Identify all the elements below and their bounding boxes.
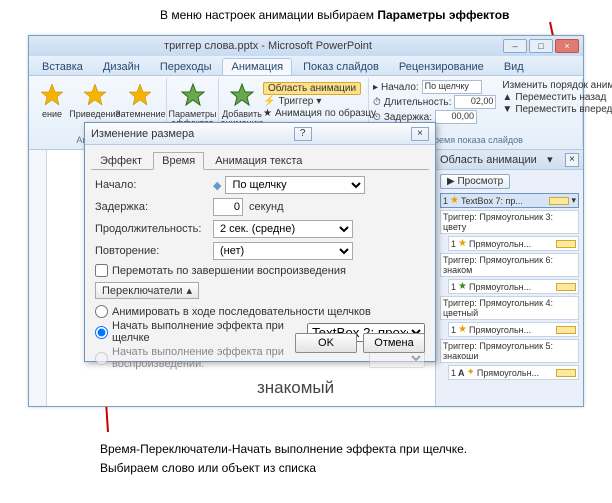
animation-pane-header: Область анимации ▾ × — [436, 150, 583, 170]
start-value[interactable]: По щелчку — [422, 80, 482, 94]
timebar-icon — [556, 240, 576, 248]
trigger-label: Триггер — [278, 96, 313, 107]
duration-value[interactable]: 02,00 — [454, 95, 496, 109]
anim-gallery-item-2[interactable]: Приведение — [73, 80, 117, 120]
radio-on-play-input — [95, 352, 108, 365]
anim-gallery-item-3[interactable]: Затемнение — [119, 80, 162, 120]
anim-item-label-2: Приведение — [69, 110, 120, 119]
window-title: триггер слова.pptx - Microsoft PowerPoin… — [33, 40, 503, 52]
dlg-delay-label: Задержка: — [95, 201, 213, 213]
pane-close-button[interactable]: × — [565, 153, 579, 167]
triggers-expander[interactable]: Переключатели ▴ — [95, 282, 199, 299]
ok-button[interactable]: OK — [295, 333, 357, 353]
dlg-start-label: Начало: — [95, 179, 213, 191]
trigger-group-2[interactable]: Триггер: Прямоугольник 6: знаком — [440, 253, 579, 277]
dlg-repeat-label: Повторение: — [95, 245, 213, 257]
caption-bottom-line1: Время-Переключатели-Начать выполнение эф… — [100, 440, 467, 459]
start-label: Начало: — [381, 82, 419, 93]
dialog-close-button[interactable]: × — [411, 127, 429, 141]
radio-sequence[interactable]: Анимировать в ходе последовательности ще… — [95, 305, 425, 318]
cancel-button[interactable]: Отмена — [363, 333, 425, 353]
star-icon — [40, 83, 64, 107]
animation-pane: Область анимации ▾ × ▶ Просмотр 1★TextBo… — [435, 150, 583, 406]
titlebar: триггер слова.pptx - Microsoft PowerPoin… — [29, 36, 583, 56]
dialog-tab-effect[interactable]: Эффект — [91, 152, 151, 170]
animation-pane-button[interactable]: Область анимации — [263, 82, 376, 95]
trigger-button[interactable]: ⚡ Триггер ▾ — [263, 96, 376, 107]
dlg-delay-unit: секунд — [249, 201, 284, 213]
star-icon — [181, 83, 205, 107]
vertical-ruler — [29, 150, 47, 406]
timebar-icon — [556, 326, 576, 334]
caption-bottom: Время-Переключатели-Начать выполнение эф… — [100, 440, 467, 478]
anim-item-label-3: Затемнение — [115, 110, 165, 119]
trigger-group-3[interactable]: Триггер: Прямоугольник 4: цветный — [440, 296, 579, 320]
timebar-icon — [556, 369, 576, 377]
tab-transitions[interactable]: Переходы — [151, 58, 221, 75]
maximize-button[interactable]: □ — [529, 39, 553, 53]
reorder-label: Изменить порядок анимации — [502, 80, 612, 91]
trigger-group-4[interactable]: Триггер: Прямоугольник 5: знакоши — [440, 339, 579, 363]
timebar-icon — [556, 283, 576, 291]
tab-review[interactable]: Рецензирование — [390, 58, 493, 75]
animation-painter-label: Анимация по образцу — [275, 108, 376, 119]
anim-entry-sub-3[interactable]: 1★Прямоугольн... — [448, 322, 579, 337]
duration-label: Длительность: — [384, 97, 452, 108]
anim-item-label-1: ение — [42, 110, 62, 119]
star-icon — [83, 83, 107, 107]
animation-pane-title: Область анимации — [440, 154, 537, 166]
dlg-rewind-checkbox[interactable]: Перемотать по завершении воспроизведения — [95, 264, 425, 277]
rewind-checkbox-input[interactable] — [95, 264, 108, 277]
tab-design[interactable]: Дизайн — [94, 58, 149, 75]
radio-on-click-input[interactable] — [95, 326, 108, 339]
tab-slideshow[interactable]: Показ слайдов — [294, 58, 388, 75]
dialog-help-button[interactable]: ? — [294, 127, 312, 141]
caption-top-prefix: В меню настроек анимации выбираем — [160, 8, 377, 22]
delay-value[interactable]: 00,00 — [435, 110, 477, 124]
close-button[interactable]: × — [555, 39, 579, 53]
caption-bottom-line2: Выбираем слово или объект из списка — [100, 459, 467, 478]
dlg-duration-label: Продолжительность: — [95, 223, 213, 235]
move-back-button[interactable]: ▲ Переместить назад — [502, 92, 612, 103]
anim-entry-sub-1[interactable]: 1★Прямоугольн... — [448, 236, 579, 251]
animation-painter-button[interactable]: ★ Анимация по образцу — [263, 108, 376, 119]
dlg-start-select[interactable]: По щелчку — [225, 176, 365, 194]
move-fwd-button[interactable]: ▼ Переместить вперед — [502, 104, 612, 115]
minimize-button[interactable]: – — [503, 39, 527, 53]
trigger-group-1[interactable]: Триггер: Прямоугольник 3: цвету — [440, 210, 579, 234]
tab-animation[interactable]: Анимация — [222, 58, 292, 75]
dlg-repeat-select[interactable]: (нет) — [213, 242, 353, 260]
tab-insert[interactable]: Вставка — [33, 58, 92, 75]
anim-entry-1[interactable]: 1★TextBox 7: пр...▾ — [440, 193, 579, 208]
anim-entry-sub-4[interactable]: 1A✦Прямоугольн... — [448, 365, 579, 380]
animation-pane-label: Область анимации — [263, 82, 361, 95]
dialog-tab-time[interactable]: Время — [153, 152, 204, 170]
caption-top: В меню настроек анимации выбираем Параме… — [160, 8, 509, 22]
play-button[interactable]: ▶ Просмотр — [440, 174, 510, 189]
dialog-tab-text[interactable]: Анимация текста — [206, 152, 311, 170]
delay-label: Задержка: — [384, 112, 432, 123]
dialog-tabs: Эффект Время Анимация текста — [91, 151, 429, 170]
slide-text: знакомый — [257, 378, 334, 398]
timebar-icon — [549, 197, 569, 205]
tab-view[interactable]: Вид — [495, 58, 533, 75]
dialog-titlebar: Изменение размера ? × — [85, 123, 435, 145]
pane-dropdown-icon[interactable]: ▾ — [547, 153, 553, 166]
dialog-title: Изменение размера — [91, 128, 194, 140]
dlg-rewind-label: Перемотать по завершении воспроизведения — [112, 265, 346, 277]
star-plus-icon — [230, 83, 254, 107]
star-icon — [128, 83, 152, 107]
ribbon-tabs: Вставка Дизайн Переходы Анимация Показ с… — [29, 56, 583, 76]
anim-gallery-item-1[interactable]: ение — [33, 80, 71, 120]
effect-dialog: Изменение размера ? × Эффект Время Анима… — [84, 122, 436, 362]
dlg-duration-select[interactable]: 2 сек. (средне) — [213, 220, 353, 238]
chevron-up-icon: ▴ — [186, 284, 192, 297]
dlg-delay-input[interactable] — [213, 198, 243, 216]
radio-sequence-input[interactable] — [95, 305, 108, 318]
anim-entry-sub-2[interactable]: 1★Прямоугольн... — [448, 279, 579, 294]
